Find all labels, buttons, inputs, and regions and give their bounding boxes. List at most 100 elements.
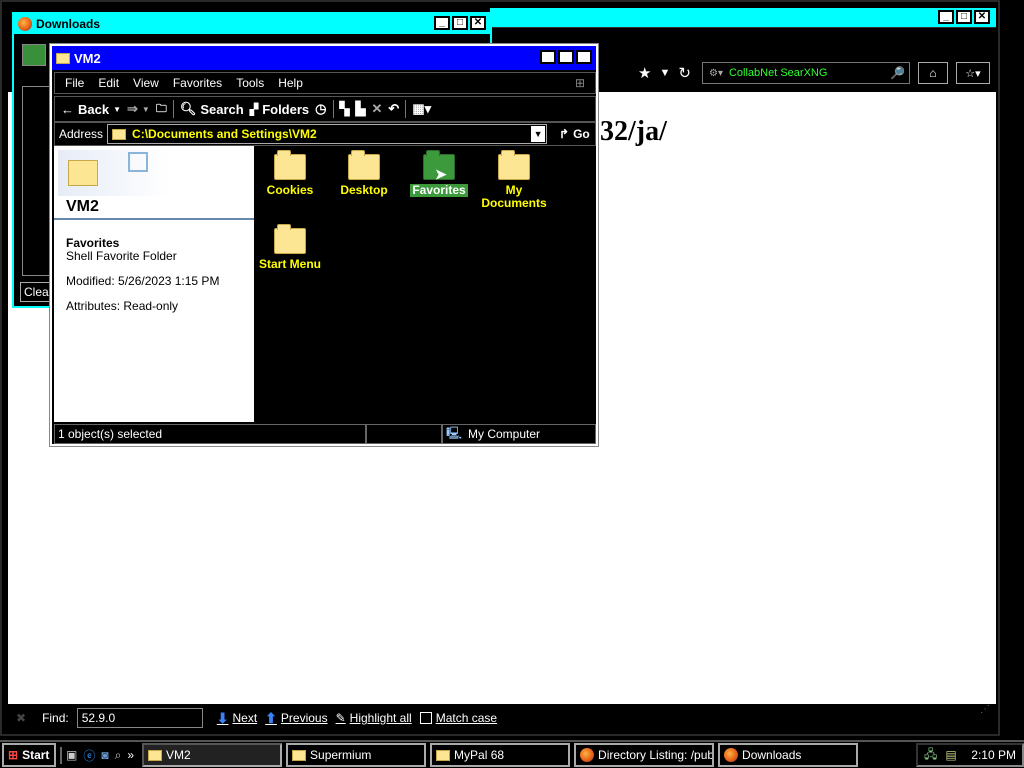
folder-icon [348,150,380,180]
find-close-icon[interactable]: ✖ [16,711,26,725]
minimize-icon[interactable]: _ [938,10,954,24]
close-icon[interactable]: ✕ [576,50,592,64]
home-icon[interactable]: ⌂ [918,62,948,84]
search-engine-label: CollabNet SearXNG [728,67,828,79]
taskbar: ⊞ Start ▣ ⓔ ◙ ⌕ » VM2 Supermium MyPal 68… [0,740,1024,768]
move-to-icon[interactable]: ▚ [340,101,350,117]
menu-help[interactable]: Help [278,76,303,90]
search-button[interactable]: 🔍︎ Search [180,101,244,117]
bookmarks-menu-icon[interactable]: ☆▾ [956,62,990,84]
magnifier-icon[interactable]: 🔎 [890,66,905,80]
bookmark-star-icon[interactable]: ★ [638,64,651,82]
undo-icon[interactable]: ↶ [388,101,399,117]
folder-view: Cookies Desktop Favorites ➤ My Documents… [256,146,596,422]
copy-to-icon[interactable]: ▙ [356,101,366,117]
maximize-icon[interactable]: □ [452,16,468,30]
chevron-down-icon[interactable]: ▼ [659,67,670,82]
find-input[interactable] [76,708,203,728]
highlighter-icon: ✎ [335,711,346,725]
media-player-icon[interactable]: ◙ [101,748,108,762]
folder-icon [274,224,306,254]
system-tray: 🖧 ▤ 2:10 PM [916,743,1024,767]
show-desktop-icon[interactable]: ▣ [66,748,77,762]
downloads-title: Downloads [36,17,101,31]
folder-my-documents[interactable]: My Documents [476,150,552,210]
minimize-icon[interactable]: _ [540,50,556,64]
task-supermium[interactable]: Supermium [286,743,427,767]
sidebar-folder-name: VM2 [66,198,99,215]
search-engine-icon: ⚙▾ [709,67,723,79]
menu-view[interactable]: View [133,76,159,90]
menu-bar: File Edit View Favorites Tools Help ⊞ [54,72,596,94]
checkbox-icon [419,712,432,724]
firefox-icon [724,748,739,762]
toolbar-separator [172,100,174,118]
arrow-down-icon: ⬇ [216,709,229,726]
folder-label: My Documents [481,183,547,210]
close-icon[interactable]: ✕ [974,10,990,24]
modified-date: Modified: 5/26/2023 1:15 PM [66,274,220,288]
views-icon[interactable]: ▦▾ [412,101,431,117]
divider [54,218,254,220]
up-folder-icon[interactable]: 🗀 [156,100,167,119]
downloads-titlebar: Downloads _ □ ✕ [14,14,490,34]
delete-icon[interactable]: ✕ [372,101,383,117]
address-input[interactable]: C:\Documents and Settings\VM2 ▼ [107,124,548,144]
chevron-right-icon[interactable]: » [127,748,134,762]
explorer-titlebar: VM2 _ □ ✕ [52,46,596,70]
folder-cookies[interactable]: Cookies [252,150,328,197]
resize-grip-icon[interactable]: ⋰ [980,704,990,715]
firefox-icon [18,17,32,31]
task-mypal[interactable]: MyPal 68 [430,743,571,767]
explorer-icon[interactable]: ⌕ [115,748,122,763]
menu-edit[interactable]: Edit [98,76,119,90]
folder-icon [148,749,163,761]
large-folder-icon [68,160,98,186]
details-pane: VM2 Favorites Shell Favorite Folder Modi… [54,146,254,422]
folders-button[interactable]: ▞ Folders [250,102,309,117]
chevron-down-icon[interactable]: ▼ [113,105,121,114]
history-icon[interactable]: ◷ [315,101,326,117]
selected-name: Favorites [66,236,120,250]
search-bar[interactable]: ⚙▾ CollabNet SearXNG 🔎 [702,62,910,84]
folder-label: Cookies [266,183,314,197]
mouse-cursor-icon: ➤ [435,166,447,182]
arrow-left-icon: ← [61,101,74,117]
downloads-list[interactable] [22,86,52,276]
tray-app-icon[interactable]: ▤ [945,748,956,762]
clock[interactable]: 2:10 PM [971,748,1016,762]
find-previous-button[interactable]: ⬆ Previous [265,710,327,727]
menu-file[interactable]: File [65,76,84,90]
menu-favorites[interactable]: Favorites [173,76,222,90]
menu-tools[interactable]: Tools [236,76,264,90]
folder-favorites[interactable]: Favorites ➤ [401,150,477,197]
reload-icon[interactable]: ↻ [678,64,691,82]
ie-icon[interactable]: ⓔ [83,747,95,764]
task-downloads[interactable]: Downloads [718,743,859,767]
task-directory-listing[interactable]: Directory Listing: /pub... [574,743,715,767]
maximize-icon[interactable]: □ [558,50,574,64]
forward-button[interactable]: ⇒ ▼ [127,101,150,117]
address-label: Address [59,127,104,141]
computer-icon: 🖳 [446,425,463,440]
quick-launch: ▣ ⓔ ◙ ⌕ » [60,746,138,764]
browser-titlebar: _ □ ✕ [490,8,996,28]
browser-toolbar: ★ ▼ ↻ ⚙▾ CollabNet SearXNG 🔎 ⌂ ☆▾ [600,58,996,90]
highlight-all-button[interactable]: ✎ Highlight all [336,711,412,725]
status-selection: 1 object(s) selected [54,424,366,444]
folder-label: Desktop [340,183,388,197]
match-case-checkbox[interactable]: Match case [419,711,497,725]
maximize-icon[interactable]: □ [956,10,972,24]
chevron-down-icon[interactable]: ▼ [530,125,547,143]
minimize-icon[interactable]: _ [434,16,450,30]
close-icon[interactable]: ✕ [470,16,486,30]
network-icon[interactable]: 🖧 [924,745,937,766]
chevron-down-icon[interactable]: ▼ [142,105,150,114]
start-button[interactable]: ⊞ Start [2,743,56,767]
back-button[interactable]: ← Back ▼ [61,102,121,117]
find-next-button[interactable]: ⬇ Next [217,710,257,727]
task-vm2[interactable]: VM2 [142,743,283,767]
go-button[interactable]: ↱ Go [559,127,590,141]
folder-start-menu[interactable]: Start Menu [252,224,328,271]
folder-desktop[interactable]: Desktop [326,150,402,197]
